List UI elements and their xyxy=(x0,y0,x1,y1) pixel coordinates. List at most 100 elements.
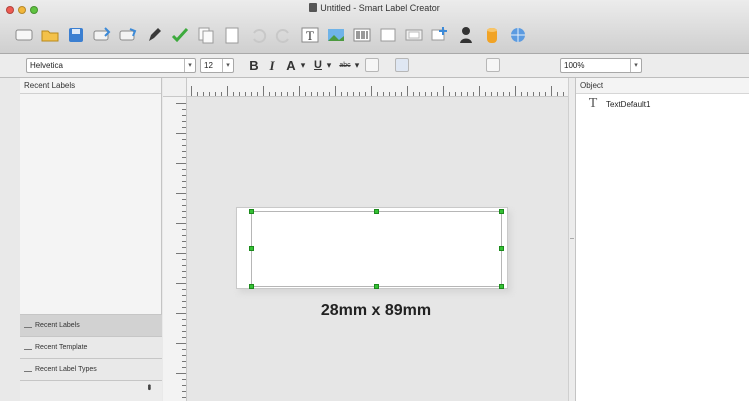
tab-recent-labels[interactable]: Recent Labels xyxy=(20,314,162,336)
resize-handle[interactable] xyxy=(249,209,254,214)
ruler-tick xyxy=(182,337,186,338)
ruler-tick xyxy=(182,205,186,206)
frame-style-button[interactable] xyxy=(365,58,379,72)
ruler-tick xyxy=(182,127,186,128)
rectangle-tool-button[interactable] xyxy=(378,25,398,45)
resize-handle[interactable] xyxy=(249,284,254,289)
ruler-tick xyxy=(443,86,444,96)
vertical-align-top-button[interactable] xyxy=(486,58,500,72)
undo-button[interactable] xyxy=(248,25,268,45)
bold-button[interactable]: B xyxy=(247,57,261,74)
align-left-button[interactable] xyxy=(395,58,409,72)
ruler-corner xyxy=(163,78,187,97)
align-right-button[interactable] xyxy=(429,58,443,72)
font-size-select[interactable]: 12 ▾ xyxy=(200,58,234,73)
pen-button[interactable] xyxy=(144,25,164,45)
strikethrough-button[interactable]: abc xyxy=(337,57,353,74)
more-options-icon[interactable]: ••• xyxy=(143,384,154,389)
resize-handle[interactable] xyxy=(374,284,379,289)
ruler-tick xyxy=(311,92,312,96)
dropdown-arrow-icon: ▾ xyxy=(326,60,332,70)
ruler-tick xyxy=(176,193,186,194)
title-bar: Untitled - Smart Label Creator T xyxy=(0,0,749,54)
ruler-tick xyxy=(176,163,186,164)
ruler-tick xyxy=(182,217,186,218)
text-color-button[interactable]: A xyxy=(284,57,298,74)
zoom-select[interactable]: 100% ▾ xyxy=(560,58,642,73)
underline-button[interactable]: U xyxy=(312,57,324,74)
panel-splitter[interactable] xyxy=(568,78,575,401)
ruler-tick xyxy=(182,241,186,242)
frame-tool-button[interactable] xyxy=(404,25,424,45)
ruler-tick xyxy=(251,92,252,96)
text-tool-icon: T xyxy=(301,27,319,43)
ruler-tick xyxy=(533,92,534,96)
resize-handle[interactable] xyxy=(374,209,379,214)
text-object-selection[interactable] xyxy=(251,211,502,287)
check-button[interactable] xyxy=(170,25,190,45)
save-button[interactable] xyxy=(66,25,86,45)
ruler-tick xyxy=(353,92,354,96)
resize-handle[interactable] xyxy=(499,209,504,214)
new-label-button[interactable] xyxy=(14,25,34,45)
object-list-item[interactable]: T TextDefault1 xyxy=(586,97,651,111)
tab-recent-template[interactable]: Recent Template xyxy=(20,336,162,358)
ruler-tick xyxy=(176,223,186,224)
user-button[interactable] xyxy=(456,25,476,45)
web-button[interactable] xyxy=(508,25,528,45)
ruler-tick xyxy=(182,199,186,200)
ruler-tick xyxy=(182,325,186,326)
font-name-select[interactable]: Helvetica ▾ xyxy=(26,58,196,73)
resize-handle[interactable] xyxy=(499,246,504,251)
ruler-tick xyxy=(467,92,468,96)
resize-handle[interactable] xyxy=(249,246,254,251)
ruler-tick xyxy=(182,259,186,260)
ruler-tick xyxy=(293,92,294,96)
redo-button[interactable] xyxy=(274,25,294,45)
rectangle-icon xyxy=(380,28,396,42)
ruler-tick xyxy=(341,92,342,96)
ruler-tick xyxy=(182,277,186,278)
label-type-button[interactable] xyxy=(92,25,112,45)
barcode-icon xyxy=(353,28,371,42)
new-label-icon xyxy=(15,29,33,41)
ruler-tick xyxy=(182,379,186,380)
ruler-tick xyxy=(182,175,186,176)
tab-recent-label-types[interactable]: Recent Label Types xyxy=(20,358,162,380)
text-tool-button[interactable]: T xyxy=(300,25,320,45)
insert-object-button[interactable] xyxy=(430,25,450,45)
pen-icon xyxy=(149,28,161,41)
label-type-alt-button[interactable] xyxy=(118,25,138,45)
paste-button[interactable] xyxy=(222,25,242,45)
ruler-tick xyxy=(215,92,216,96)
ruler-tick xyxy=(176,343,186,344)
ruler-tick xyxy=(182,181,186,182)
image-tool-button[interactable] xyxy=(326,25,346,45)
ruler-tick xyxy=(503,92,504,96)
image-tool-icon xyxy=(328,29,344,41)
window-title: Untitled - Smart Label Creator xyxy=(320,3,440,13)
ruler-tick xyxy=(545,92,546,96)
copy-button[interactable] xyxy=(196,25,216,45)
ruler-tick xyxy=(491,92,492,96)
redo-icon xyxy=(275,29,289,43)
vertical-align-middle-button[interactable] xyxy=(504,58,518,72)
label-canvas[interactable]: 28mm x 89mm xyxy=(187,97,568,401)
ruler-tick xyxy=(203,92,204,96)
ruler-tick xyxy=(371,86,372,96)
resize-handle[interactable] xyxy=(499,284,504,289)
barcode-button[interactable] xyxy=(352,25,372,45)
ruler-tick xyxy=(425,92,426,96)
ruler-tick xyxy=(182,301,186,302)
italic-button[interactable]: I xyxy=(266,57,278,74)
database-button[interactable] xyxy=(482,25,502,45)
ruler-tick xyxy=(182,211,186,212)
ruler-tick xyxy=(176,283,186,284)
vertical-align-bottom-button[interactable] xyxy=(522,58,536,72)
align-center-button[interactable] xyxy=(412,58,426,72)
open-button[interactable] xyxy=(40,25,60,45)
ruler-tick xyxy=(239,92,240,96)
ruler-tick xyxy=(329,92,330,96)
ruler-tick xyxy=(176,253,186,254)
ruler-tick xyxy=(485,92,486,96)
